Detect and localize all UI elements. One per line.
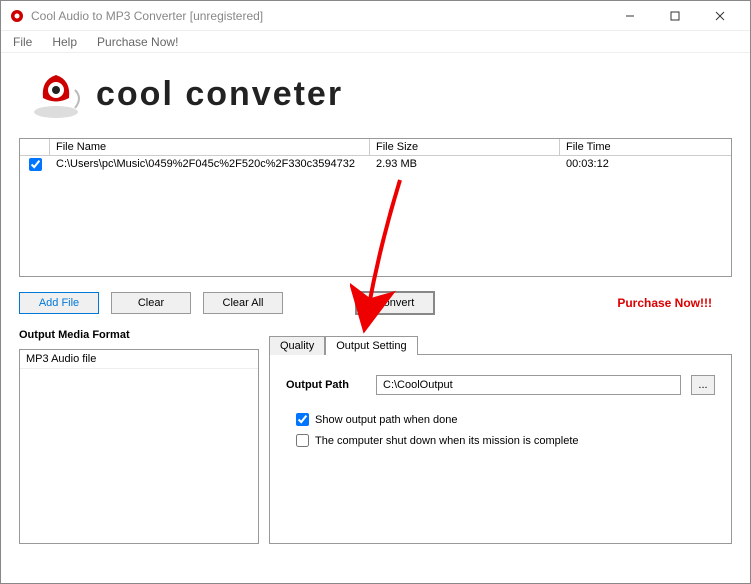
col-check-header[interactable] [20,139,50,155]
minimize-button[interactable] [607,2,652,30]
logo-icon: cool conveter [21,65,461,125]
window-controls [607,2,742,30]
show-path-option[interactable]: Show output path when done [286,409,715,430]
logo-text: cool conveter [96,75,343,113]
row-filetime: 00:03:12 [560,156,731,173]
app-icon [9,8,25,24]
output-path-input[interactable] [376,375,681,395]
shutdown-label: The computer shut down when its mission … [315,435,579,447]
logo-area: cool conveter [1,53,750,138]
toolbar: Add File Clear Clear All Convert Purchas… [1,277,750,325]
show-path-checkbox[interactable] [296,413,309,426]
format-item[interactable]: MP3 Audio file [20,350,258,369]
menu-purchase[interactable]: Purchase Now! [89,33,186,51]
settings-panel: Quality Output Setting Output Path ... S… [269,325,732,544]
row-filesize: 2.93 MB [370,156,560,173]
col-name-header[interactable]: File Name [50,139,370,155]
tab-content: Output Path ... Show output path when do… [269,354,732,544]
table-body: C:\Users\pc\Music\0459%2F045c%2F520c%2F3… [20,156,731,276]
shutdown-option[interactable]: The computer shut down when its mission … [286,430,715,451]
menubar: File Help Purchase Now! [1,31,750,53]
file-table: File Name File Size File Time C:\Users\p… [19,138,732,277]
menu-file[interactable]: File [5,33,40,51]
add-file-button[interactable]: Add File [19,292,99,314]
tab-output-setting[interactable]: Output Setting [325,336,417,355]
tab-quality[interactable]: Quality [269,336,325,355]
window-title: Cool Audio to MP3 Converter [unregistere… [31,9,607,23]
convert-button[interactable]: Convert [355,291,435,315]
clear-all-button[interactable]: Clear All [203,292,283,314]
tabs: Quality Output Setting [269,335,732,354]
purchase-link[interactable]: Purchase Now!!! [617,296,732,310]
table-header: File Name File Size File Time [20,139,731,156]
col-size-header[interactable]: File Size [370,139,560,155]
format-panel: Output Media Format MP3 Audio file [19,325,259,544]
shutdown-checkbox[interactable] [296,434,309,447]
titlebar: Cool Audio to MP3 Converter [unregistere… [1,1,750,31]
clear-button[interactable]: Clear [111,292,191,314]
format-panel-title: Output Media Format [19,325,259,349]
row-filename: C:\Users\pc\Music\0459%2F045c%2F520c%2F3… [50,156,370,173]
output-path-label: Output Path [286,379,366,391]
browse-button[interactable]: ... [691,375,715,395]
maximize-button[interactable] [652,2,697,30]
format-list[interactable]: MP3 Audio file [19,349,259,544]
show-path-label: Show output path when done [315,414,458,426]
table-row[interactable]: C:\Users\pc\Music\0459%2F045c%2F520c%2F3… [20,156,731,173]
row-checkbox[interactable] [29,158,42,171]
menu-help[interactable]: Help [44,33,85,51]
col-time-header[interactable]: File Time [560,139,731,155]
close-button[interactable] [697,2,742,30]
